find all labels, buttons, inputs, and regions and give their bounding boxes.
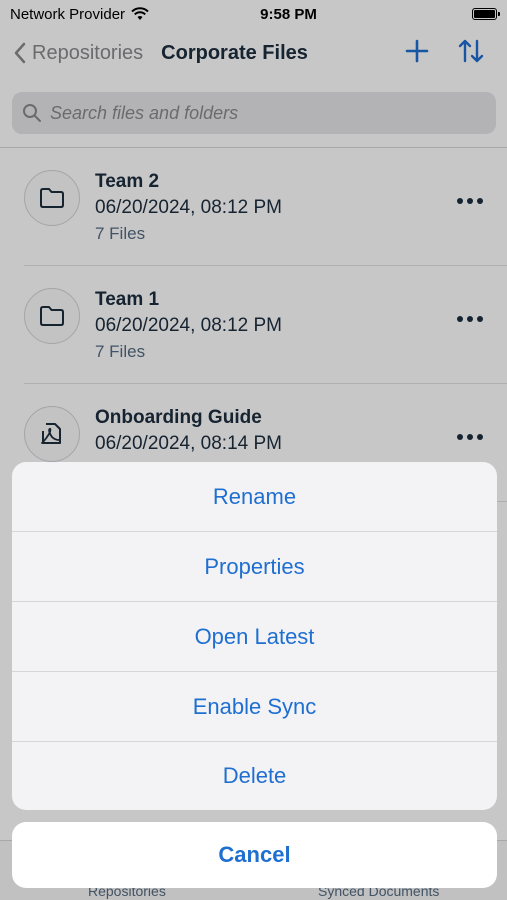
delete-button[interactable]: Delete [12, 742, 497, 810]
open-latest-button[interactable]: Open Latest [12, 602, 497, 672]
cancel-button[interactable]: Cancel [12, 822, 497, 888]
enable-sync-button[interactable]: Enable Sync [12, 672, 497, 742]
action-sheet: Rename Properties Open Latest Enable Syn… [12, 462, 497, 810]
properties-button[interactable]: Properties [12, 532, 497, 602]
rename-button[interactable]: Rename [12, 462, 497, 532]
